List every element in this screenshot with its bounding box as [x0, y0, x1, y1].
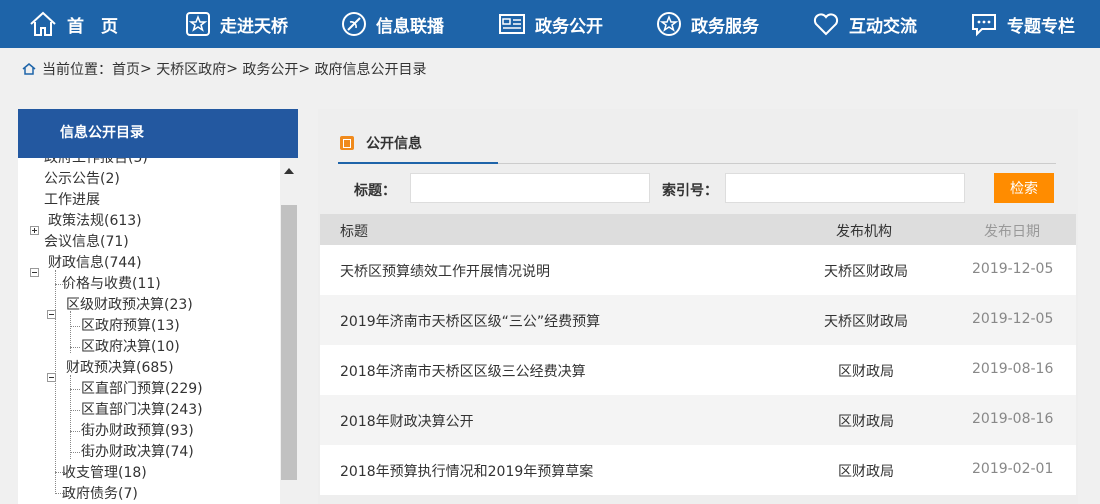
- broadcast-icon: [342, 12, 366, 36]
- tree-item-finance-budget-final[interactable]: 财政预决算(685): [66, 358, 174, 379]
- nav-item-label: 专题专栏: [1007, 16, 1075, 37]
- tree-item-district-budget-final[interactable]: 区级财政预决算(23): [66, 295, 193, 316]
- index-search-label: 索引号：: [662, 183, 718, 199]
- tree-item-revenue-expenditure[interactable]: 收支管理(18): [62, 463, 147, 484]
- main-nav: 首 页 走进天桥 信息联播 政务公开 政务服务 互动交流 专题专栏: [0, 0, 1100, 48]
- results-table: 天桥区预算绩效工作开展情况说明 天桥区财政局 2019-12-05 2019年济…: [320, 245, 1076, 495]
- tree-item-dept-final[interactable]: 区直部门决算(243): [81, 400, 203, 421]
- tree-item-work-progress[interactable]: 工作进展: [44, 190, 100, 211]
- index-search-input[interactable]: [725, 173, 965, 203]
- tree-item-street-budget[interactable]: 街办财政预算(93): [81, 421, 194, 442]
- nav-item-services[interactable]: 政务服务: [656, 0, 759, 48]
- row-org: 天桥区财政局: [824, 264, 908, 280]
- tree-item-prices-fees[interactable]: 价格与收费(11): [62, 274, 161, 295]
- search-bar: 标题： 索引号： 检索: [318, 167, 1078, 213]
- row-date: 2019-08-16: [972, 361, 1054, 377]
- row-org: 天桥区财政局: [824, 314, 908, 330]
- breadcrumb-gov-affairs[interactable]: 政务公开: [242, 59, 298, 79]
- breadcrumb-separator: >: [226, 61, 238, 77]
- row-title-link[interactable]: 2018年财政决算公开: [340, 411, 474, 431]
- collapse-toggle-icon[interactable]: [47, 310, 56, 319]
- scroll-up-arrow-icon[interactable]: [284, 168, 294, 174]
- tree-item-policies[interactable]: 政策法规(613): [48, 211, 142, 232]
- home-icon: [30, 11, 56, 36]
- tree-item-district-gov-final[interactable]: 区政府决算(10): [81, 337, 180, 358]
- catalog-tree: 政府工作报告(5) 公示公告(2) 工作进展 政策法规(613) 会议信息(71…: [18, 158, 280, 504]
- sidebar: 信息公开目录 政府工作报告(5) 公示公告(2) 工作进展 政策法规(613) …: [18, 109, 298, 504]
- breadcrumb-district-gov[interactable]: 天桥区政府: [156, 59, 226, 79]
- nav-item-news[interactable]: 信息联播: [341, 0, 444, 48]
- nav-item-interaction[interactable]: 互动交流: [812, 0, 917, 48]
- nav-item-about[interactable]: 走进天桥: [185, 0, 288, 48]
- row-date: 2019-12-05: [972, 311, 1054, 327]
- table-row: 2018年财政决算公开 区财政局 2019-08-16: [320, 395, 1076, 445]
- star-badge-icon: [186, 12, 210, 36]
- nav-item-label: 信息联播: [376, 16, 444, 37]
- tab-label: 公开信息: [366, 136, 422, 152]
- nav-item-gov-affairs[interactable]: 政务公开: [498, 0, 603, 48]
- row-date: 2019-02-01: [972, 461, 1054, 477]
- table-row: 2018年预算执行情况和2019年预算草案 区财政局 2019-02-01: [320, 445, 1076, 495]
- row-date: 2019-12-05: [972, 261, 1054, 277]
- row-date: 2019-08-16: [972, 411, 1054, 427]
- row-org: 区财政局: [838, 464, 894, 480]
- collapse-toggle-icon[interactable]: [47, 373, 56, 382]
- home-icon: [22, 63, 36, 75]
- tree-item-street-final[interactable]: 街办财政决算(74): [81, 442, 194, 463]
- scrollbar-thumb[interactable]: [281, 205, 297, 480]
- column-header-org: 发布机构: [836, 224, 892, 240]
- nav-item-special-topics[interactable]: 专题专栏: [970, 0, 1075, 48]
- table-header: 标题 发布机构 发布日期: [320, 214, 1076, 245]
- breadcrumb-current[interactable]: 政府信息公开目录: [315, 59, 427, 79]
- row-org: 区财政局: [838, 364, 894, 380]
- nav-item-label: 走进天桥: [220, 16, 288, 37]
- nav-item-home[interactable]: 首 页: [28, 0, 118, 48]
- tree-item-district-gov-budget[interactable]: 区政府预算(13): [81, 316, 180, 337]
- row-title-link[interactable]: 2018年预算执行情况和2019年预算草案: [340, 461, 593, 481]
- search-button[interactable]: 检索: [994, 173, 1054, 203]
- nav-item-label: 首 页: [67, 16, 118, 37]
- sidebar-scrollbar[interactable]: [280, 158, 298, 504]
- breadcrumb: 当前位置： 首页 > 天桥区政府 > 政务公开 > 政府信息公开目录: [0, 48, 1100, 90]
- tab-public-info[interactable]: 公开信息: [338, 124, 498, 164]
- title-search-label: 标题：: [354, 183, 396, 199]
- column-header-date: 发布日期: [984, 224, 1040, 240]
- tree-item-dept-budget[interactable]: 区直部门预算(229): [81, 379, 203, 400]
- tab-bar: 公开信息: [338, 124, 1056, 164]
- newspaper-icon: [499, 14, 525, 34]
- breadcrumb-separator: >: [298, 61, 311, 77]
- breadcrumb-prefix: 当前位置：: [42, 62, 112, 78]
- table-row: 天桥区预算绩效工作开展情况说明 天桥区财政局 2019-12-05: [320, 245, 1076, 295]
- tree-item-gov-report[interactable]: 政府工作报告(5): [44, 158, 148, 169]
- row-title-link[interactable]: 2018年济南市天桥区区级三公经费决算: [340, 361, 586, 381]
- table-row: 2019年济南市天桥区区级“三公”经费预算 天桥区财政局 2019-12-05: [320, 295, 1076, 345]
- row-title-link[interactable]: 天桥区预算绩效工作开展情况说明: [340, 261, 550, 281]
- collapse-toggle-icon[interactable]: [30, 268, 39, 277]
- tree-item-gov-debt[interactable]: 政府债务(7): [62, 484, 138, 504]
- sidebar-title: 信息公开目录: [18, 109, 298, 158]
- row-title-link[interactable]: 2019年济南市天桥区区级“三公”经费预算: [340, 311, 600, 331]
- chat-icon: [972, 14, 996, 37]
- tree-item-finance[interactable]: 财政信息(744): [48, 253, 142, 274]
- nav-item-label: 政务服务: [691, 16, 759, 37]
- table-row: 2018年济南市天桥区区级三公经费决算 区财政局 2019-08-16: [320, 345, 1076, 395]
- row-org: 区财政局: [838, 414, 894, 430]
- breadcrumb-separator: >: [140, 61, 152, 77]
- nav-item-label: 互动交流: [849, 16, 917, 37]
- tree-item-meetings[interactable]: 会议信息(71): [44, 232, 129, 253]
- heart-icon: [813, 13, 839, 36]
- document-icon: [340, 136, 354, 150]
- breadcrumb-home[interactable]: 首页: [112, 59, 140, 79]
- column-header-title: 标题: [340, 224, 368, 240]
- nav-item-label: 政务公开: [535, 16, 603, 37]
- tree-item-notices[interactable]: 公示公告(2): [44, 169, 120, 190]
- title-search-input[interactable]: [410, 173, 650, 203]
- main-panel: 公开信息 标题： 索引号： 检索 标题 发布机构 发布日期 天桥区预算绩效工作开…: [318, 109, 1078, 504]
- expand-toggle-icon[interactable]: [30, 226, 39, 235]
- star-circle-icon: [657, 12, 681, 36]
